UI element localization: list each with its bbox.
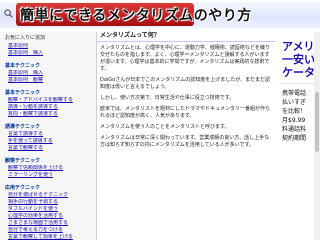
site-title[interactable]: 簡単にできるメンタリズムのやり方	[20, 5, 252, 25]
scrollbar-thumb[interactable]	[315, 92, 319, 152]
sidebar-link[interactable]: 心理学の効果を活用する	[0, 213, 96, 220]
sidebar-section-heading: 観察テクニック	[5, 158, 41, 164]
article-paragraph: しかし、使い方次第で、日常生活や仕事に役立つ技術です。	[100, 95, 235, 101]
article-paragraph: メンタリズムは日常に深く関わっています。営業成績の良い方、話し上手な方は知らず知…	[100, 135, 270, 148]
sidebar-link[interactable]: 相手の行動を予測する	[0, 199, 96, 206]
sidebar-link[interactable]: 自分で考える力をつける	[0, 227, 96, 234]
sidebar-link[interactable]: 言葉で観察する	[0, 145, 96, 152]
article-paragraph: メンタリズムとは、心理学を中心に、運動力学、催眠術、読唇術などを織り交ぜたものを…	[100, 45, 270, 72]
bookmark-link[interactable]: お気に入りに追加	[0, 32, 96, 43]
sidebar-link[interactable]: 質問・観察で誘導する	[0, 111, 96, 118]
sidebar-link[interactable]: 手を使って誘導する	[0, 138, 96, 145]
sidebar-nav: お気に入りに追加 基本原則 基本原則 購入 基本テクニック 基本原則 購入 基本原則 観察…	[0, 32, 97, 240]
sidebar-link[interactable]: ダブルバインドを使う	[0, 206, 96, 213]
page-title: メンタリズムって何？	[98, 32, 276, 42]
search-icon	[4, 9, 13, 18]
sidebar-link[interactable]: 観察・アドバイスを観察する	[0, 97, 96, 104]
main-content: メンタリズムって何？ メンタリズムとは、心理学を中心に、運動力学、催眠術、読唇術…	[98, 32, 276, 240]
sidebar-link[interactable]: 言葉で観察して効果を上げる	[0, 234, 96, 240]
sidebar-link[interactable]: ミラーリングを使う	[0, 172, 96, 179]
sidebar-link[interactable]: 自分を選ばせるテクニック	[0, 192, 96, 199]
sidebar-link[interactable]: 基本原則 購入	[0, 70, 96, 77]
sidebar-link[interactable]: さまざまな場面で活用する	[0, 220, 96, 227]
sidebar-link[interactable]: 基本原則 観察	[0, 77, 96, 84]
sidebar-section-heading: 応用テクニック	[5, 185, 41, 191]
sidebar-link[interactable]: 観察で信頼関係を上げる	[0, 165, 96, 172]
article-body: メンタリズムとは、心理学を中心に、運動力学、催眠術、読唇術などを織り交ぜたものを…	[98, 42, 276, 149]
article-paragraph: 欧米では、メンタリストを題材にしたドラマやドキュメンタリー番組が作られるほど認知…	[100, 106, 271, 119]
scrollbar[interactable]	[314, 32, 320, 240]
sidebar-top-link[interactable]: 基本原則	[0, 43, 96, 50]
sidebar-link[interactable]: 言葉で誘導する	[0, 131, 96, 138]
article-paragraph: メンタリズムを使う人のことをメンタリストと呼びます。	[100, 124, 230, 130]
site-header: 簡単にできるメンタリズムのやり方	[0, 0, 320, 30]
sidebar-section-heading: 基本テクニック	[5, 63, 41, 69]
article-paragraph: DaiGoさんが日本でこのメンタリズムの認知度を上げましたが、まだまだ認知度は低…	[100, 77, 271, 90]
sidebar-section-heading: 誘導テクニック	[5, 124, 41, 130]
sidebar-section-heading: 基本テクニック	[5, 90, 41, 96]
sidebar-link[interactable]: 誘導・行動を誘導する	[0, 104, 96, 111]
sidebar-top-link[interactable]: 基本原則 購入	[0, 50, 96, 57]
